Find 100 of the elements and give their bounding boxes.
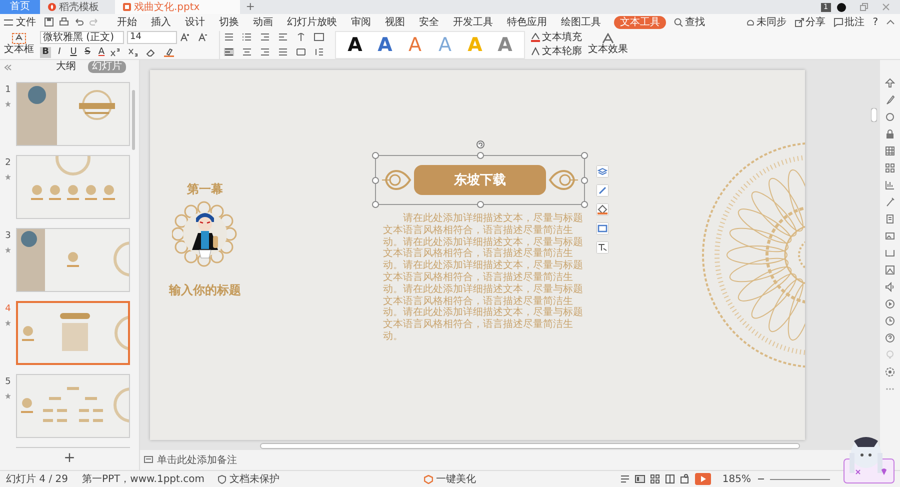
text-wrap-icon[interactable]: [597, 242, 608, 253]
avatar-icon[interactable]: [837, 2, 846, 12]
image-icon[interactable]: [885, 231, 895, 241]
help-circle-icon[interactable]: [885, 333, 895, 343]
sync-button[interactable]: 未同步: [746, 15, 787, 29]
superscript-icon[interactable]: [110, 48, 120, 56]
save-icon[interactable]: [44, 17, 54, 27]
undo-icon[interactable]: [74, 17, 84, 27]
text-effect-button[interactable]: 文本效果: [588, 33, 628, 56]
rotate-handle-icon[interactable]: [476, 140, 485, 149]
resize-handle[interactable]: [372, 177, 379, 184]
beautify-button[interactable]: 一键美化: [424, 472, 476, 486]
font-field[interactable]: 微软雅黑 (正文): [40, 30, 124, 44]
textbox-button[interactable]: 文本框: [4, 33, 34, 56]
resize-handle[interactable]: [581, 152, 588, 159]
subscript-icon[interactable]: [128, 48, 138, 56]
layers-icon[interactable]: [597, 166, 608, 177]
eraser-icon[interactable]: [146, 48, 156, 56]
align-center-icon[interactable]: [242, 48, 252, 56]
table-icon[interactable]: [885, 146, 895, 156]
menu-tab[interactable]: 插入: [150, 16, 172, 28]
pen-icon[interactable]: [885, 197, 895, 207]
menu-tab[interactable]: 安全: [418, 16, 440, 28]
slide-thumbnail[interactable]: [16, 301, 130, 365]
resize-handle[interactable]: [372, 152, 379, 159]
menu-tab[interactable]: 设计: [184, 16, 206, 28]
resize-handle[interactable]: [477, 152, 484, 159]
format-button[interactable]: I: [54, 46, 65, 58]
slide-thumbnail[interactable]: [16, 374, 130, 438]
clock-icon[interactable]: [885, 316, 895, 326]
align-left-icon[interactable]: [224, 48, 234, 56]
menu-tab[interactable]: 绘图工具: [560, 16, 602, 28]
menu-tab[interactable]: 视图: [384, 16, 406, 28]
resize-handle[interactable]: [372, 201, 379, 208]
new-tab-button[interactable]: +: [240, 0, 261, 14]
outdent-icon[interactable]: [278, 33, 288, 41]
indent-icon[interactable]: [260, 33, 270, 41]
menu-tab[interactable]: 切换: [218, 16, 240, 28]
text-style-preset[interactable]: A: [346, 34, 364, 56]
notes-field[interactable]: 单击此处添加备注: [140, 450, 241, 470]
highlighter-icon[interactable]: [164, 48, 174, 56]
comment-button[interactable]: 批注: [834, 15, 865, 29]
format-button[interactable]: U: [68, 46, 79, 58]
print-icon[interactable]: [59, 17, 69, 27]
distribute-icon[interactable]: [296, 48, 306, 56]
format-button[interactable]: A: [96, 46, 107, 58]
text-fill-button[interactable]: 文本填充: [531, 31, 582, 44]
reading-view-icon[interactable]: [665, 474, 676, 484]
presenter-icon[interactable]: [680, 474, 690, 484]
grow-font-icon[interactable]: [180, 32, 190, 42]
justify-icon[interactable]: [278, 48, 288, 56]
file-menu[interactable]: 文件: [4, 15, 36, 29]
menu-tab[interactable]: 幻灯片放映: [286, 16, 338, 28]
menu-tab[interactable]: 开始: [116, 16, 138, 28]
menu-tab[interactable]: 动画: [252, 16, 274, 28]
numbered-list-icon[interactable]: [242, 33, 252, 41]
document-icon[interactable]: [885, 214, 895, 224]
picture-icon[interactable]: [885, 265, 895, 275]
menu-tab[interactable]: 特色应用: [506, 16, 548, 28]
resize-handle[interactable]: [581, 201, 588, 208]
format-button[interactable]: B: [40, 46, 51, 58]
speaker-icon[interactable]: [885, 282, 895, 292]
restore-icon[interactable]: [860, 3, 868, 11]
arrow-icon[interactable]: [885, 78, 895, 88]
format-button[interactable]: S: [82, 46, 93, 58]
search-button[interactable]: 查找: [674, 15, 705, 29]
font-size-field[interactable]: 14: [127, 30, 177, 44]
sorter-view-icon[interactable]: [650, 474, 660, 484]
shrink-font-icon[interactable]: [198, 32, 208, 42]
shape-fill-icon[interactable]: [597, 204, 608, 215]
columns-icon[interactable]: [314, 48, 324, 56]
slide-thumbnail[interactable]: [16, 228, 130, 292]
slide-thumbnail[interactable]: [16, 155, 130, 219]
resize-handle[interactable]: [581, 177, 588, 184]
bullet-list-icon[interactable]: [224, 33, 234, 41]
zoom-level[interactable]: 185%: [722, 474, 752, 484]
normal-view-icon[interactable]: [635, 474, 646, 484]
circle-icon[interactable]: [885, 112, 895, 122]
line-spacing-icon[interactable]: [296, 33, 306, 41]
collapse-icon[interactable]: [886, 19, 895, 25]
protection-button[interactable]: 文档未保护: [218, 472, 280, 486]
view-tab[interactable]: 大纲: [52, 61, 80, 73]
brush-icon[interactable]: [885, 95, 895, 105]
text-style-preset[interactable]: A: [376, 34, 394, 56]
play-button-icon[interactable]: [695, 473, 712, 485]
slide-thumbnail[interactable]: [16, 82, 130, 146]
settings-icon[interactable]: [885, 367, 895, 377]
lock-icon[interactable]: [885, 129, 895, 139]
add-slide-button[interactable]: +: [64, 450, 76, 466]
collapse-panel-icon[interactable]: [4, 64, 12, 70]
share-button[interactable]: 分享: [794, 15, 826, 29]
close-icon[interactable]: [882, 3, 890, 11]
resize-handle[interactable]: [477, 201, 484, 208]
notes-view-icon[interactable]: [620, 474, 630, 484]
grid-icon[interactable]: [885, 163, 895, 173]
play-circle-icon[interactable]: [885, 299, 895, 309]
pen-icon[interactable]: [597, 185, 608, 196]
chart-icon[interactable]: [885, 180, 895, 190]
align-right-icon[interactable]: [260, 48, 270, 56]
help-button[interactable]: ?: [872, 16, 878, 28]
